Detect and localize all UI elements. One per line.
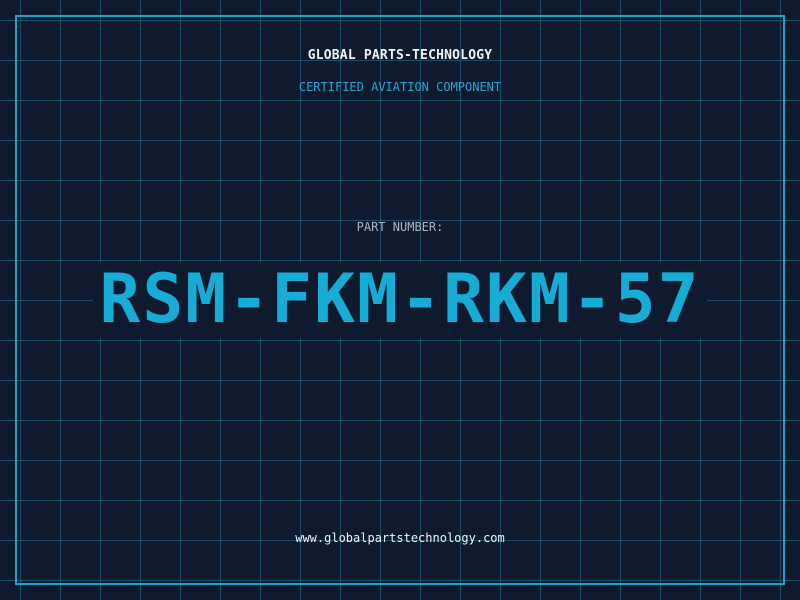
certification-subtitle: CERTIFIED AVIATION COMPONENT <box>298 80 502 94</box>
label-card: GLOBAL PARTS-TECHNOLOGY CERTIFIED AVIATI… <box>0 0 800 600</box>
website-url: www.globalpartstechnology.com <box>295 531 505 545</box>
part-number-container: RSM-FKM-RKM-57 <box>0 262 800 338</box>
company-name: GLOBAL PARTS-TECHNOLOGY <box>307 48 493 63</box>
part-number-value: RSM-FKM-RKM-57 <box>93 262 707 338</box>
part-number-label: PART NUMBER: <box>356 220 444 234</box>
